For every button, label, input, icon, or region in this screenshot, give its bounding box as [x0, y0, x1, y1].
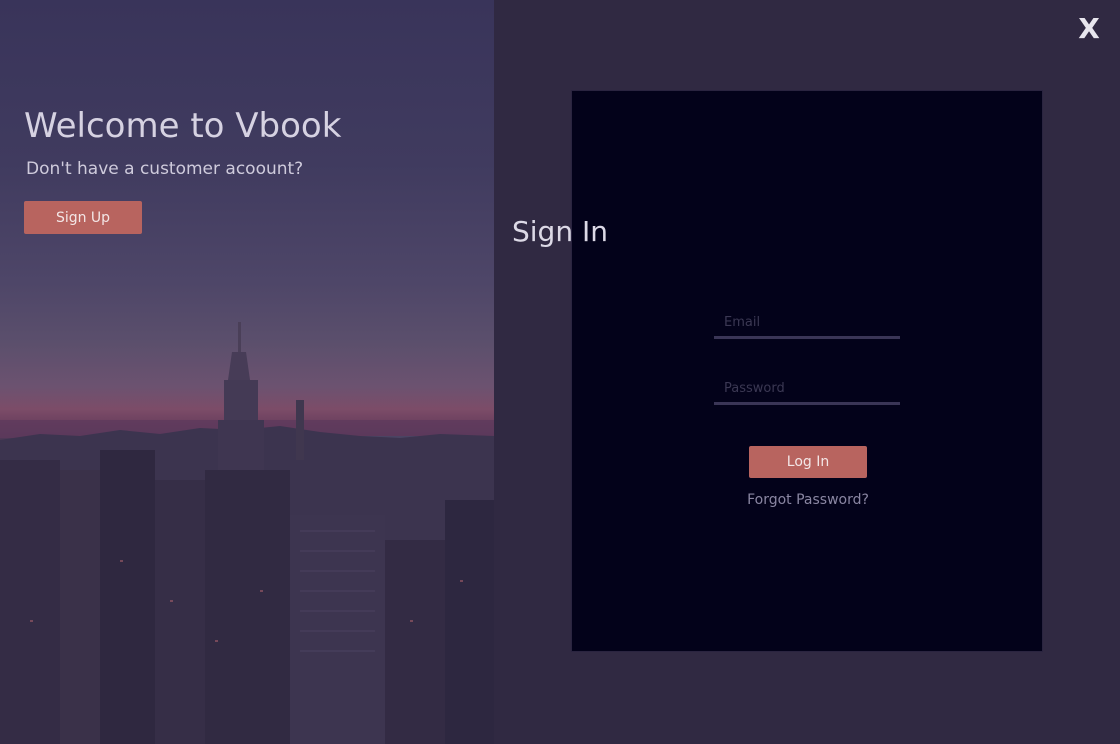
sign-in-title: Sign In	[512, 215, 608, 248]
log-in-button[interactable]: Log In	[749, 446, 867, 478]
vbook-login-window: Welcome to Vbook Don't have a customer a…	[0, 0, 1120, 744]
hero-subtitle: Don't have a customer acoount?	[26, 159, 304, 179]
hero-panel: Welcome to Vbook Don't have a customer a…	[0, 0, 494, 744]
sign-in-card	[571, 90, 1043, 652]
password-field[interactable]	[714, 379, 900, 405]
hero-title: Welcome to Vbook	[24, 106, 342, 146]
forgot-password-link[interactable]: Forgot Password?	[708, 492, 908, 508]
email-field[interactable]	[714, 313, 900, 339]
close-button[interactable]: X	[1074, 12, 1104, 46]
